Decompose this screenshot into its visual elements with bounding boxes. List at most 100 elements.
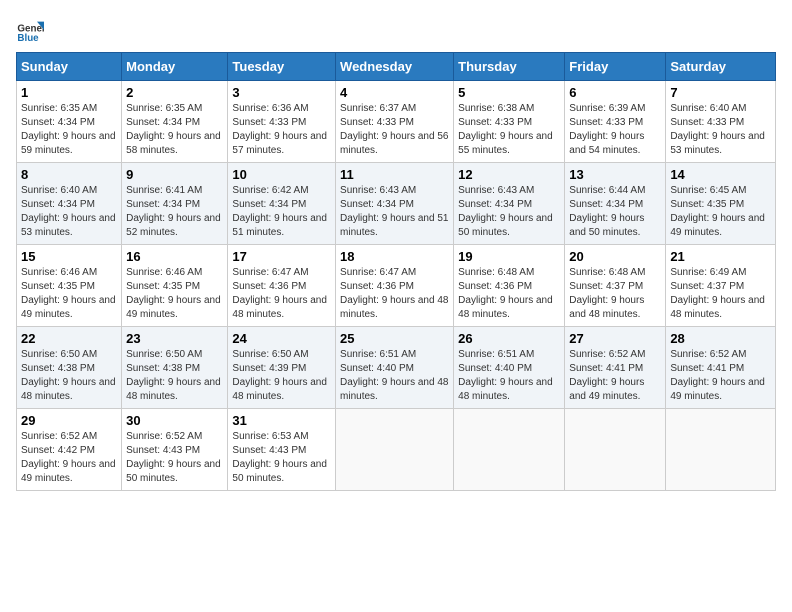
calendar-header-cell: Thursday: [454, 53, 565, 81]
calendar-day-cell: 5 Sunrise: 6:38 AM Sunset: 4:33 PM Dayli…: [454, 81, 565, 163]
day-info: Sunrise: 6:53 AM Sunset: 4:43 PM Dayligh…: [232, 430, 331, 486]
day-number: 29: [21, 413, 117, 428]
day-info: Sunrise: 6:44 AM Sunset: 4:34 PM Dayligh…: [569, 184, 661, 240]
day-number: 6: [569, 85, 661, 100]
calendar-day-cell: 2 Sunrise: 6:35 AM Sunset: 4:34 PM Dayli…: [122, 81, 228, 163]
calendar-day-cell: 26 Sunrise: 6:51 AM Sunset: 4:40 PM Dayl…: [454, 327, 565, 409]
calendar-day-cell: 24 Sunrise: 6:50 AM Sunset: 4:39 PM Dayl…: [228, 327, 336, 409]
day-info: Sunrise: 6:52 AM Sunset: 4:42 PM Dayligh…: [21, 430, 117, 486]
calendar-day-cell: 30 Sunrise: 6:52 AM Sunset: 4:43 PM Dayl…: [122, 409, 228, 491]
day-number: 12: [458, 167, 560, 182]
day-number: 10: [232, 167, 331, 182]
calendar-day-cell: 15 Sunrise: 6:46 AM Sunset: 4:35 PM Dayl…: [17, 245, 122, 327]
day-number: 1: [21, 85, 117, 100]
day-info: Sunrise: 6:47 AM Sunset: 4:36 PM Dayligh…: [340, 266, 449, 322]
day-info: Sunrise: 6:43 AM Sunset: 4:34 PM Dayligh…: [458, 184, 560, 240]
day-info: Sunrise: 6:50 AM Sunset: 4:39 PM Dayligh…: [232, 348, 331, 404]
calendar-day-cell: 8 Sunrise: 6:40 AM Sunset: 4:34 PM Dayli…: [17, 163, 122, 245]
day-number: 7: [670, 85, 771, 100]
calendar-day-cell: 12 Sunrise: 6:43 AM Sunset: 4:34 PM Dayl…: [454, 163, 565, 245]
calendar-day-cell: 9 Sunrise: 6:41 AM Sunset: 4:34 PM Dayli…: [122, 163, 228, 245]
day-info: Sunrise: 6:52 AM Sunset: 4:43 PM Dayligh…: [126, 430, 223, 486]
day-number: 3: [232, 85, 331, 100]
day-number: 9: [126, 167, 223, 182]
day-info: Sunrise: 6:35 AM Sunset: 4:34 PM Dayligh…: [126, 102, 223, 158]
day-info: Sunrise: 6:45 AM Sunset: 4:35 PM Dayligh…: [670, 184, 771, 240]
day-info: Sunrise: 6:50 AM Sunset: 4:38 PM Dayligh…: [126, 348, 223, 404]
day-info: Sunrise: 6:51 AM Sunset: 4:40 PM Dayligh…: [340, 348, 449, 404]
calendar-header-cell: Friday: [565, 53, 666, 81]
day-info: Sunrise: 6:35 AM Sunset: 4:34 PM Dayligh…: [21, 102, 117, 158]
calendar-header-cell: Wednesday: [336, 53, 454, 81]
logo-icon: General Blue: [16, 16, 44, 44]
calendar-day-cell: [336, 409, 454, 491]
calendar-day-cell: 20 Sunrise: 6:48 AM Sunset: 4:37 PM Dayl…: [565, 245, 666, 327]
calendar-day-cell: 25 Sunrise: 6:51 AM Sunset: 4:40 PM Dayl…: [336, 327, 454, 409]
day-number: 27: [569, 331, 661, 346]
day-number: 2: [126, 85, 223, 100]
calendar-week-row: 15 Sunrise: 6:46 AM Sunset: 4:35 PM Dayl…: [17, 245, 776, 327]
day-info: Sunrise: 6:52 AM Sunset: 4:41 PM Dayligh…: [670, 348, 771, 404]
day-number: 8: [21, 167, 117, 182]
svg-text:Blue: Blue: [17, 33, 39, 44]
calendar-day-cell: 7 Sunrise: 6:40 AM Sunset: 4:33 PM Dayli…: [666, 81, 776, 163]
calendar-day-cell: [454, 409, 565, 491]
day-number: 13: [569, 167, 661, 182]
day-number: 5: [458, 85, 560, 100]
calendar-week-row: 29 Sunrise: 6:52 AM Sunset: 4:42 PM Dayl…: [17, 409, 776, 491]
day-number: 21: [670, 249, 771, 264]
calendar-day-cell: 31 Sunrise: 6:53 AM Sunset: 4:43 PM Dayl…: [228, 409, 336, 491]
calendar-table: SundayMondayTuesdayWednesdayThursdayFrid…: [16, 52, 776, 491]
calendar-day-cell: 6 Sunrise: 6:39 AM Sunset: 4:33 PM Dayli…: [565, 81, 666, 163]
calendar-day-cell: 23 Sunrise: 6:50 AM Sunset: 4:38 PM Dayl…: [122, 327, 228, 409]
day-number: 28: [670, 331, 771, 346]
calendar-day-cell: 4 Sunrise: 6:37 AM Sunset: 4:33 PM Dayli…: [336, 81, 454, 163]
logo: General Blue: [16, 16, 48, 44]
day-info: Sunrise: 6:37 AM Sunset: 4:33 PM Dayligh…: [340, 102, 449, 158]
calendar-day-cell: 29 Sunrise: 6:52 AM Sunset: 4:42 PM Dayl…: [17, 409, 122, 491]
day-info: Sunrise: 6:52 AM Sunset: 4:41 PM Dayligh…: [569, 348, 661, 404]
day-info: Sunrise: 6:41 AM Sunset: 4:34 PM Dayligh…: [126, 184, 223, 240]
calendar-header-cell: Monday: [122, 53, 228, 81]
calendar-day-cell: 3 Sunrise: 6:36 AM Sunset: 4:33 PM Dayli…: [228, 81, 336, 163]
day-number: 26: [458, 331, 560, 346]
day-number: 23: [126, 331, 223, 346]
day-number: 16: [126, 249, 223, 264]
day-info: Sunrise: 6:43 AM Sunset: 4:34 PM Dayligh…: [340, 184, 449, 240]
day-number: 4: [340, 85, 449, 100]
day-number: 25: [340, 331, 449, 346]
calendar-header-cell: Tuesday: [228, 53, 336, 81]
day-number: 19: [458, 249, 560, 264]
day-info: Sunrise: 6:48 AM Sunset: 4:37 PM Dayligh…: [569, 266, 661, 322]
calendar-day-cell: 1 Sunrise: 6:35 AM Sunset: 4:34 PM Dayli…: [17, 81, 122, 163]
calendar-day-cell: 27 Sunrise: 6:52 AM Sunset: 4:41 PM Dayl…: [565, 327, 666, 409]
day-number: 11: [340, 167, 449, 182]
day-info: Sunrise: 6:36 AM Sunset: 4:33 PM Dayligh…: [232, 102, 331, 158]
day-number: 18: [340, 249, 449, 264]
day-info: Sunrise: 6:47 AM Sunset: 4:36 PM Dayligh…: [232, 266, 331, 322]
calendar-day-cell: 28 Sunrise: 6:52 AM Sunset: 4:41 PM Dayl…: [666, 327, 776, 409]
day-info: Sunrise: 6:49 AM Sunset: 4:37 PM Dayligh…: [670, 266, 771, 322]
day-info: Sunrise: 6:48 AM Sunset: 4:36 PM Dayligh…: [458, 266, 560, 322]
calendar-day-cell: 18 Sunrise: 6:47 AM Sunset: 4:36 PM Dayl…: [336, 245, 454, 327]
day-number: 15: [21, 249, 117, 264]
day-number: 30: [126, 413, 223, 428]
day-number: 14: [670, 167, 771, 182]
day-number: 24: [232, 331, 331, 346]
day-number: 20: [569, 249, 661, 264]
day-info: Sunrise: 6:46 AM Sunset: 4:35 PM Dayligh…: [126, 266, 223, 322]
page-header: General Blue: [16, 16, 776, 44]
day-info: Sunrise: 6:46 AM Sunset: 4:35 PM Dayligh…: [21, 266, 117, 322]
calendar-week-row: 8 Sunrise: 6:40 AM Sunset: 4:34 PM Dayli…: [17, 163, 776, 245]
day-number: 17: [232, 249, 331, 264]
day-number: 31: [232, 413, 331, 428]
day-info: Sunrise: 6:40 AM Sunset: 4:34 PM Dayligh…: [21, 184, 117, 240]
calendar-day-cell: 14 Sunrise: 6:45 AM Sunset: 4:35 PM Dayl…: [666, 163, 776, 245]
day-info: Sunrise: 6:38 AM Sunset: 4:33 PM Dayligh…: [458, 102, 560, 158]
calendar-day-cell: 13 Sunrise: 6:44 AM Sunset: 4:34 PM Dayl…: [565, 163, 666, 245]
calendar-header-row: SundayMondayTuesdayWednesdayThursdayFrid…: [17, 53, 776, 81]
calendar-day-cell: 10 Sunrise: 6:42 AM Sunset: 4:34 PM Dayl…: [228, 163, 336, 245]
calendar-header-cell: Saturday: [666, 53, 776, 81]
day-info: Sunrise: 6:42 AM Sunset: 4:34 PM Dayligh…: [232, 184, 331, 240]
day-info: Sunrise: 6:39 AM Sunset: 4:33 PM Dayligh…: [569, 102, 661, 158]
